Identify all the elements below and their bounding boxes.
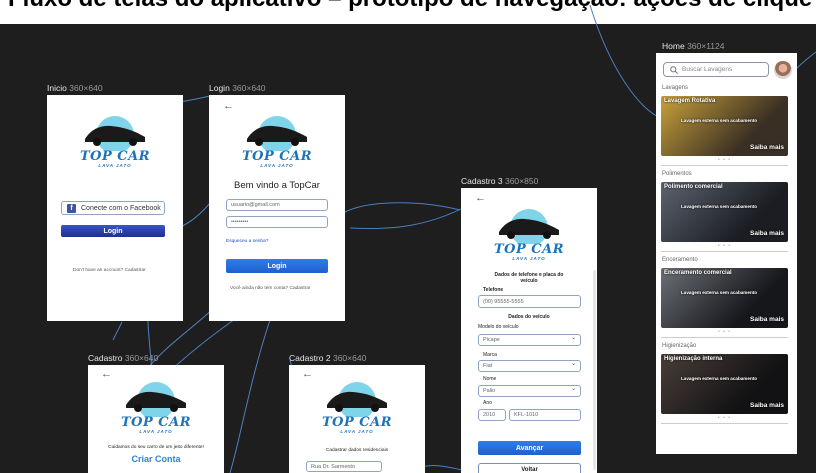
service-card[interactable]: Lavagem Rotativa Lavagem externa sem acab… bbox=[661, 96, 788, 156]
avatar[interactable] bbox=[774, 61, 792, 79]
login-button[interactable]: Login bbox=[61, 225, 165, 237]
frame-label-cadastro: Cadastro 360×640 bbox=[88, 353, 159, 363]
name-select[interactable]: Palio bbox=[478, 385, 581, 397]
year-label: Ano bbox=[483, 400, 492, 406]
frame-label-home: Home 360×1124 bbox=[662, 41, 725, 51]
carousel-dots[interactable]: • • • bbox=[661, 415, 788, 421]
phone-plate-heading: Dados de telefone e placa do veículo bbox=[494, 272, 564, 284]
banner-text: Fluxo de telas do aplicativo – protótipo… bbox=[8, 0, 816, 11]
phone-field[interactable]: (00) 95555-5555 bbox=[478, 295, 581, 308]
signup-prompt: Você ainda não tem conta? Cadastrar bbox=[230, 286, 311, 291]
advance-button[interactable]: Avançar bbox=[478, 441, 581, 455]
screen-cadastro-2: ← TOP CAR LAVA JATO Cadastrar dados resi… bbox=[289, 365, 425, 473]
carousel-dots[interactable]: • • • bbox=[661, 157, 788, 163]
screen-cadastro-3: ← TOP CAR LAVA JATO Dados de telefone e … bbox=[461, 188, 597, 473]
card-title: Enceramento comercial bbox=[664, 270, 732, 276]
section-title: Lavagens bbox=[662, 85, 689, 91]
search-input[interactable]: Buscar Lavagens bbox=[663, 62, 769, 77]
frame-label-cadastro-2: Cadastro 2 360×640 bbox=[289, 353, 367, 363]
car-logo-icon bbox=[126, 382, 186, 420]
create-account-title: Criar Conta bbox=[131, 454, 181, 464]
screen-inicio: TOP CAR LAVA JATO f Conecte com o Facebo… bbox=[47, 95, 183, 321]
section-divider bbox=[661, 423, 788, 424]
saiba-mais-link[interactable]: Saiba mais bbox=[750, 230, 784, 237]
screen-home: Buscar Lavagens Lavagens Lavagem Rotativa… bbox=[656, 53, 797, 454]
screen-cadastro: ← TOP CAR LAVA JATO Cuidamos do seu carr… bbox=[88, 365, 224, 473]
phone-label: Telefone bbox=[483, 287, 504, 293]
carousel-dots[interactable]: • • • bbox=[661, 329, 788, 335]
screen-login: ← TOP CAR LAVA JATO Bem vindo a TopCar u… bbox=[209, 95, 345, 321]
facebook-icon: f bbox=[67, 203, 76, 213]
plate-field[interactable]: KFL-1010 bbox=[509, 409, 581, 421]
saiba-mais-link[interactable]: Saiba mais bbox=[750, 316, 784, 323]
search-icon bbox=[670, 65, 678, 74]
vehicle-heading: Dados do veículo bbox=[508, 314, 550, 320]
facebook-connect-button[interactable]: f Conecte com o Facebook bbox=[61, 201, 165, 215]
brand-select[interactable]: Fiat bbox=[478, 360, 581, 372]
welcome-heading: Bem vindo a TopCar bbox=[234, 180, 320, 191]
residential-heading: Cadastrar dados residenciais bbox=[325, 448, 389, 453]
carousel-dots[interactable]: • • • bbox=[661, 243, 788, 249]
topcar-logo: TOP CAR LAVA JATO bbox=[120, 381, 192, 437]
tagline-text: Cuidamos do seu carro de um jeito difere… bbox=[108, 445, 204, 450]
section-divider bbox=[661, 251, 788, 252]
street-field[interactable]: Rua Dr. Sarmento bbox=[306, 461, 382, 472]
email-field[interactable]: usuario@gmail.com bbox=[226, 199, 328, 211]
saiba-mais-link[interactable]: Saiba mais bbox=[750, 402, 784, 409]
service-card[interactable]: Higienização interna Lavagem externa sem … bbox=[661, 354, 788, 414]
section-title: Higienização bbox=[662, 343, 697, 349]
frame-label-login: Login 360×640 bbox=[209, 83, 266, 93]
model-label: Modelo do veículo bbox=[478, 324, 519, 330]
service-card[interactable]: Polimento comercial Lavagem externa sem a… bbox=[661, 182, 788, 242]
back-button[interactable]: Voltar bbox=[478, 463, 581, 473]
signup-prompt: Don't have an account? Cadastrar bbox=[73, 268, 146, 273]
back-arrow-icon[interactable]: ← bbox=[475, 193, 486, 204]
section-divider bbox=[661, 165, 788, 166]
section-title: Polimentos bbox=[662, 171, 692, 177]
model-select[interactable]: Picape bbox=[478, 334, 581, 346]
card-desc: Lavagem externa sem acabamento bbox=[681, 118, 758, 123]
section-title: Enceramento bbox=[662, 257, 698, 263]
back-arrow-icon[interactable]: ← bbox=[101, 369, 112, 380]
topcar-logo: TOP CAR LAVA JATO bbox=[321, 381, 393, 437]
topcar-logo: TOP CAR LAVA JATO bbox=[241, 115, 313, 171]
frame-label-inicio: Inicio 360×640 bbox=[47, 83, 103, 93]
signup-link[interactable]: Cadastrar bbox=[125, 268, 146, 273]
back-arrow-icon[interactable]: ← bbox=[223, 101, 234, 112]
card-desc: Lavagem externa sem acabamento bbox=[681, 376, 758, 381]
card-desc: Lavagem externa sem acabamento bbox=[681, 204, 758, 209]
topcar-logo: TOP CAR LAVA JATO bbox=[79, 115, 151, 171]
top-banner: Fluxo de telas do aplicativo – protótipo… bbox=[0, 0, 816, 24]
password-field[interactable]: ••••••••• bbox=[226, 216, 328, 228]
name-label: Nome bbox=[483, 376, 497, 382]
card-title: Polimento comercial bbox=[664, 184, 723, 190]
frame-label-cadastro-3: Cadastro 3 360×850 bbox=[461, 176, 539, 186]
section-divider bbox=[661, 337, 788, 338]
car-logo-icon bbox=[327, 382, 387, 420]
forgot-password-link[interactable]: Esqueceu a senha? bbox=[226, 239, 268, 244]
login-button[interactable]: Login bbox=[226, 259, 328, 273]
topcar-logo: TOP CAR LAVA JATO bbox=[493, 208, 565, 264]
scrollbar[interactable] bbox=[593, 270, 596, 470]
car-logo-icon bbox=[247, 116, 307, 154]
back-arrow-icon[interactable]: ← bbox=[302, 369, 313, 380]
card-title: Lavagem Rotativa bbox=[664, 98, 716, 104]
card-desc: Lavagem externa sem acabamento bbox=[681, 290, 758, 295]
saiba-mais-link[interactable]: Saiba mais bbox=[750, 144, 784, 151]
car-logo-icon bbox=[85, 116, 145, 154]
car-logo-icon bbox=[499, 209, 559, 247]
card-title: Higienização interna bbox=[664, 356, 723, 362]
signup-link[interactable]: Cadastrar bbox=[289, 286, 310, 291]
brand-label: Marca bbox=[483, 352, 497, 358]
year-field[interactable]: 2010 bbox=[478, 409, 506, 421]
service-card[interactable]: Enceramento comercial Lavagem externa sem… bbox=[661, 268, 788, 328]
